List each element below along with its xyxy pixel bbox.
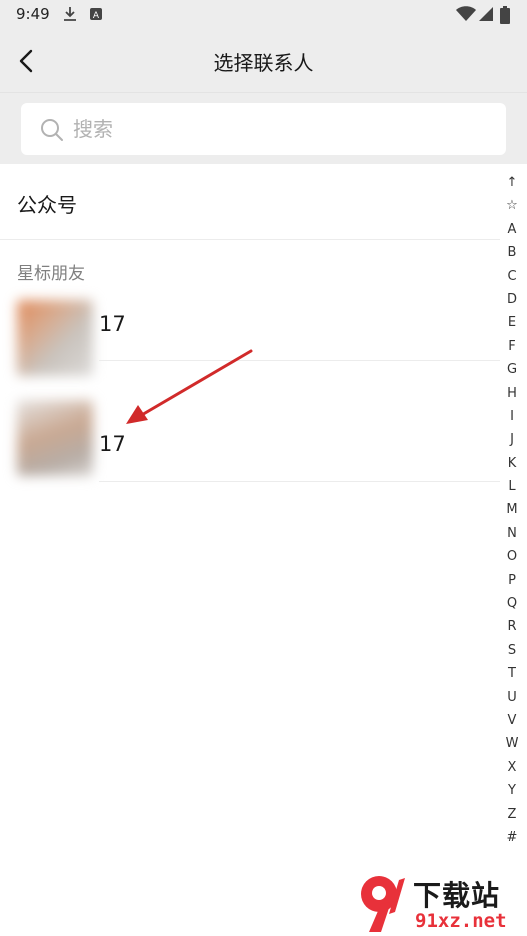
wifi-icon — [456, 6, 476, 26]
download-icon — [62, 6, 78, 26]
search-box[interactable] — [21, 103, 506, 155]
index-letter[interactable]: Y — [499, 779, 525, 802]
section-title-starred: 星标朋友 — [17, 264, 85, 284]
index-letter[interactable]: D — [499, 288, 525, 311]
index-letter[interactable]: M — [499, 498, 525, 521]
contact-name: 17 — [99, 312, 126, 336]
index-letter[interactable]: J — [499, 428, 525, 451]
search-input[interactable] — [73, 115, 453, 143]
avatar — [17, 400, 93, 476]
index-letter[interactable]: ☆ — [499, 194, 525, 217]
index-letter[interactable]: I — [499, 405, 525, 428]
divider — [0, 239, 500, 240]
index-letter[interactable]: # — [499, 826, 525, 849]
index-letter[interactable]: Z — [499, 803, 525, 826]
battery-icon — [500, 6, 510, 28]
status-time: 9:49 — [16, 5, 50, 23]
index-letter[interactable]: W — [499, 732, 525, 755]
watermark-url: 91xz.net — [415, 910, 507, 932]
page-title: 选择联系人 — [213, 51, 314, 75]
header: 选择联系人 — [0, 30, 527, 92]
annotation-arrow-icon — [126, 349, 253, 424]
index-letter[interactable]: X — [499, 756, 525, 779]
divider — [99, 481, 500, 482]
index-letter[interactable]: L — [499, 475, 525, 498]
index-letter[interactable]: G — [499, 358, 525, 381]
index-letter[interactable]: E — [499, 311, 525, 334]
index-letter[interactable]: H — [499, 382, 525, 405]
status-bar: 9:49 A — [0, 0, 527, 30]
index-letter[interactable]: P — [499, 569, 525, 592]
index-letter[interactable]: C — [499, 265, 525, 288]
index-letter[interactable]: S — [499, 639, 525, 662]
contact-name: 17 — [99, 432, 126, 456]
a-notification-icon: A — [88, 6, 104, 26]
watermark-title: 下载站 — [413, 879, 501, 912]
search-icon — [39, 117, 65, 147]
index-letter[interactable]: V — [499, 709, 525, 732]
index-letter[interactable]: A — [499, 218, 525, 241]
signal-icon — [478, 6, 494, 26]
index-letter[interactable]: K — [499, 452, 525, 475]
index-letter[interactable]: T — [499, 662, 525, 685]
index-letter[interactable]: F — [499, 335, 525, 358]
index-letter[interactable]: B — [499, 241, 525, 264]
svg-text:A: A — [93, 11, 100, 21]
official-accounts-row[interactable]: 公众号 — [0, 165, 500, 240]
watermark-logo: 下载站 91xz.net — [355, 870, 527, 936]
index-letter[interactable]: N — [499, 522, 525, 545]
index-letter[interactable]: R — [499, 615, 525, 638]
index-letter[interactable]: O — [499, 545, 525, 568]
index-letter[interactable]: ↑ — [499, 171, 525, 194]
index-letter[interactable]: U — [499, 686, 525, 709]
watermark-9-icon — [361, 876, 405, 932]
search-area — [0, 92, 527, 164]
official-accounts-label: 公众号 — [17, 193, 77, 217]
index-letter[interactable]: Q — [499, 592, 525, 615]
alphabet-index-bar[interactable]: ↑ ☆ A B C D E F G H I J K L M N O P Q R S T U V W X Y Z # — [499, 171, 525, 849]
